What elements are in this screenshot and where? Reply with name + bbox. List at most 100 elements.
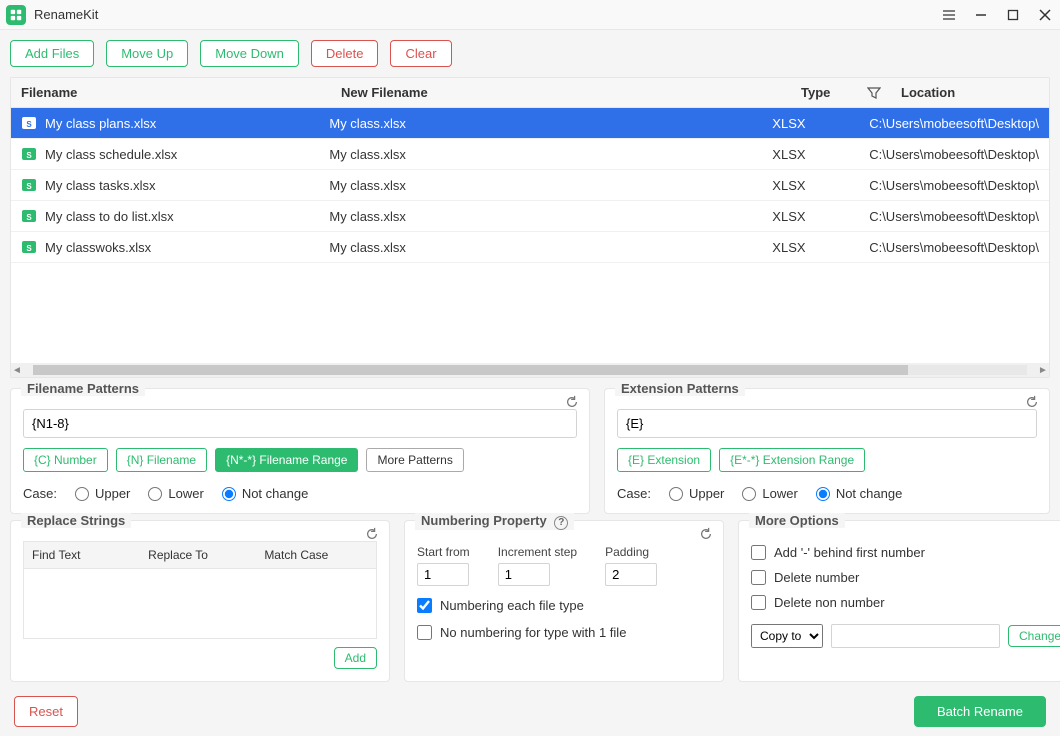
no-numbering-checkbox[interactable]	[417, 625, 432, 640]
svg-text:S: S	[26, 213, 32, 222]
xlsx-file-icon: S	[21, 208, 37, 224]
new-filename-cell: My class.xlsx	[329, 178, 406, 193]
chip-e-extension[interactable]: {E} Extension	[617, 448, 711, 472]
filename-cell: My class plans.xlsx	[45, 116, 156, 131]
minimize-icon[interactable]	[972, 6, 990, 24]
new-filename-cell: My class.xlsx	[329, 147, 406, 162]
location-cell: C:\Users\mobeesoft\Desktop\	[869, 209, 1039, 224]
table-row[interactable]: SMy class tasks.xlsxMy class.xlsxXLSXC:\…	[11, 170, 1049, 201]
filename-cell: My classwoks.xlsx	[45, 240, 151, 255]
help-icon[interactable]: ?	[554, 516, 568, 530]
filter-icon[interactable]	[867, 86, 881, 100]
case-label: Case:	[617, 486, 651, 501]
radio-not-change[interactable]: Not change	[222, 486, 309, 501]
batch-rename-button[interactable]: Batch Rename	[914, 696, 1046, 727]
numbering-each-type-label: Numbering each file type	[440, 598, 584, 613]
table-row[interactable]: SMy classwoks.xlsxMy class.xlsxXLSXC:\Us…	[11, 232, 1049, 263]
filename-cell: My class schedule.xlsx	[45, 147, 177, 162]
col-filename[interactable]: Filename	[11, 78, 331, 107]
copy-to-path-input[interactable]	[831, 624, 1000, 648]
xlsx-file-icon: S	[21, 146, 37, 162]
increment-label: Increment step	[498, 545, 577, 559]
col-new-filename[interactable]: New Filename	[331, 78, 791, 107]
filename-cell: My class tasks.xlsx	[45, 178, 156, 193]
xlsx-file-icon: S	[21, 239, 37, 255]
menu-icon[interactable]	[940, 6, 958, 24]
add-replace-button[interactable]: Add	[334, 647, 377, 669]
scroll-left-icon[interactable]: ◄	[11, 365, 23, 376]
svg-text:S: S	[26, 120, 32, 129]
file-table: Filename New Filename Type Location SMy …	[10, 77, 1050, 378]
chip-n-range[interactable]: {N*-*} Filename Range	[215, 448, 358, 472]
chip-c-number[interactable]: {C} Number	[23, 448, 108, 472]
maximize-icon[interactable]	[1004, 6, 1022, 24]
replace-strings-panel: Replace Strings Find Text Replace To Mat…	[10, 520, 390, 682]
svg-text:S: S	[26, 244, 32, 253]
numbering-each-type-checkbox[interactable]	[417, 598, 432, 613]
delete-number-checkbox[interactable]	[751, 570, 766, 585]
refresh-icon[interactable]	[365, 527, 379, 541]
new-filename-cell: My class.xlsx	[329, 240, 406, 255]
radio-upper[interactable]: Upper	[669, 486, 724, 501]
extension-pattern-input[interactable]	[617, 409, 1037, 438]
delete-non-number-checkbox[interactable]	[751, 595, 766, 610]
padding-input[interactable]	[605, 563, 657, 586]
table-row[interactable]: SMy class plans.xlsxMy class.xlsxXLSXC:\…	[11, 108, 1049, 139]
app-icon	[6, 5, 26, 25]
horizontal-scrollbar[interactable]: ◄ ►	[11, 363, 1049, 377]
copy-to-select[interactable]: Copy to	[751, 624, 823, 648]
table-row[interactable]: SMy class schedule.xlsxMy class.xlsxXLSX…	[11, 139, 1049, 170]
extension-patterns-panel: Extension Patterns {E} Extension {E*-*} …	[604, 388, 1050, 514]
delete-number-label: Delete number	[774, 570, 859, 585]
radio-lower[interactable]: Lower	[742, 486, 797, 501]
clear-button[interactable]: Clear	[390, 40, 451, 67]
app-title: RenameKit	[34, 7, 940, 22]
change-button[interactable]: Change	[1008, 625, 1060, 647]
padding-label: Padding	[605, 545, 657, 559]
new-filename-cell: My class.xlsx	[329, 209, 406, 224]
refresh-icon[interactable]	[699, 527, 713, 541]
chip-more-patterns[interactable]: More Patterns	[366, 448, 463, 472]
location-cell: C:\Users\mobeesoft\Desktop\	[869, 147, 1039, 162]
close-icon[interactable]	[1036, 6, 1054, 24]
add-dash-label: Add '-' behind first number	[774, 545, 925, 560]
add-files-button[interactable]: Add Files	[10, 40, 94, 67]
col-location[interactable]: Location	[891, 78, 1049, 107]
col-type[interactable]: Type	[791, 78, 891, 107]
numbering-panel: Numbering Property ? Start from Incremen…	[404, 520, 724, 682]
radio-not-change[interactable]: Not change	[816, 486, 903, 501]
svg-text:S: S	[26, 151, 32, 160]
radio-lower[interactable]: Lower	[148, 486, 203, 501]
refresh-icon[interactable]	[565, 395, 579, 409]
chip-e-range[interactable]: {E*-*} Extension Range	[719, 448, 865, 472]
table-row[interactable]: SMy class to do list.xlsxMy class.xlsxXL…	[11, 201, 1049, 232]
filename-pattern-input[interactable]	[23, 409, 577, 438]
scroll-right-icon[interactable]: ►	[1037, 365, 1049, 376]
type-cell: XLSX	[772, 116, 805, 131]
type-cell: XLSX	[772, 240, 805, 255]
refresh-icon[interactable]	[1025, 395, 1039, 409]
replace-body[interactable]	[23, 569, 377, 639]
panel-title: Numbering Property ?	[415, 513, 574, 530]
panel-title: More Options	[749, 513, 845, 528]
type-cell: XLSX	[772, 178, 805, 193]
move-down-button[interactable]: Move Down	[200, 40, 299, 67]
start-from-input[interactable]	[417, 563, 469, 586]
increment-input[interactable]	[498, 563, 550, 586]
xlsx-file-icon: S	[21, 115, 37, 131]
scroll-thumb[interactable]	[33, 365, 908, 375]
add-dash-checkbox[interactable]	[751, 545, 766, 560]
reset-button[interactable]: Reset	[14, 696, 78, 727]
table-header: Filename New Filename Type Location	[11, 78, 1049, 108]
more-options-panel: More Options Add '-' behind first number…	[738, 520, 1060, 682]
case-label: Case:	[23, 486, 57, 501]
table-body: S My class plans.xlsx My class.xlsx XLSX C:\…	[11, 108, 1049, 263]
xlsx-file-icon: S	[21, 177, 37, 193]
type-cell: XLSX	[772, 209, 805, 224]
panel-title: Replace Strings	[21, 513, 131, 528]
move-up-button[interactable]: Move Up	[106, 40, 188, 67]
no-numbering-label: No numbering for type with 1 file	[440, 625, 626, 640]
radio-upper[interactable]: Upper	[75, 486, 130, 501]
delete-button[interactable]: Delete	[311, 40, 379, 67]
chip-n-filename[interactable]: {N} Filename	[116, 448, 207, 472]
